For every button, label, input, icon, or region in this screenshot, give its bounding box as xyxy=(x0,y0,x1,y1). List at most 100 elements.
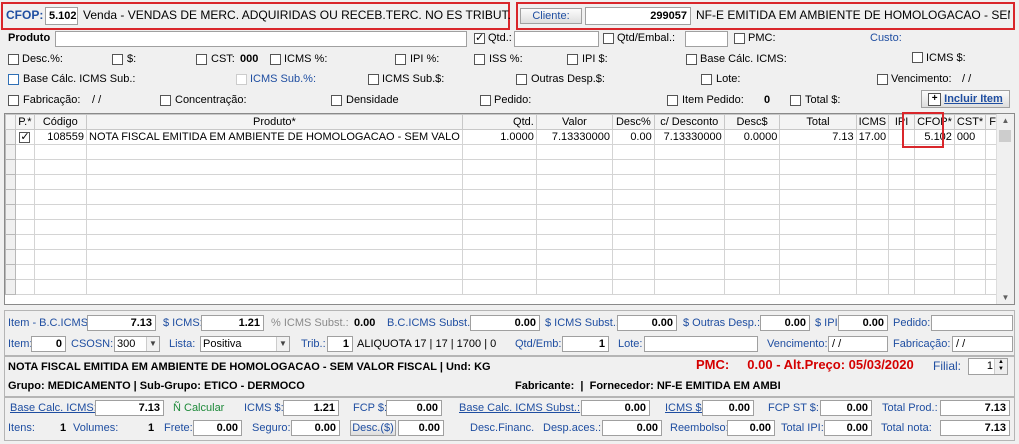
empty-cell[interactable] xyxy=(612,279,655,295)
empty-cell[interactable] xyxy=(15,279,35,295)
table-row-empty[interactable] xyxy=(5,144,1014,160)
empty-cell[interactable] xyxy=(86,159,463,175)
bc-icms-subst-input[interactable]: 0.00 xyxy=(470,315,540,331)
empty-cell[interactable] xyxy=(15,144,35,160)
s-outras-desp-input[interactable]: 0.00 xyxy=(760,315,810,331)
empty-cell[interactable] xyxy=(461,219,537,235)
empty-cell[interactable] xyxy=(855,189,890,205)
col-header-qtd[interactable]: Qtd. xyxy=(461,114,537,130)
scroll-thumb[interactable] xyxy=(999,130,1011,142)
table-row-empty[interactable] xyxy=(5,204,1014,220)
empty-cell[interactable] xyxy=(779,279,857,295)
cell-produto[interactable]: NOTA FISCAL EMITIDA EM AMBIENTE DE HOMOL… xyxy=(86,129,463,145)
empty-cell[interactable] xyxy=(888,279,916,295)
s-icms-subst-input[interactable]: 0.00 xyxy=(617,315,677,331)
cell-c-desconto[interactable]: 7.13330000 xyxy=(653,129,725,145)
item-input[interactable]: 0 xyxy=(31,336,66,352)
empty-cell[interactable] xyxy=(86,219,463,235)
vencimento-bottom-input[interactable]: / / xyxy=(828,336,888,352)
empty-cell[interactable] xyxy=(612,204,655,220)
lote-checkbox[interactable] xyxy=(701,74,712,85)
fcp-input[interactable]: 0.00 xyxy=(386,400,442,416)
table-row-empty[interactable] xyxy=(5,264,1014,280)
empty-cell[interactable] xyxy=(855,219,890,235)
empty-cell[interactable] xyxy=(914,189,955,205)
empty-cell[interactable] xyxy=(888,249,916,265)
empty-cell[interactable] xyxy=(779,204,857,220)
empty-cell[interactable] xyxy=(723,174,781,190)
empty-cell[interactable] xyxy=(888,159,916,175)
empty-cell[interactable] xyxy=(535,234,614,250)
empty-cell[interactable] xyxy=(953,189,987,205)
empty-cell[interactable] xyxy=(888,234,916,250)
empty-cell[interactable] xyxy=(33,204,88,220)
densidade-checkbox[interactable] xyxy=(331,95,342,106)
cell-qtd[interactable]: 1.0000 xyxy=(461,129,537,145)
empty-cell[interactable] xyxy=(914,264,955,280)
ipi-pct-checkbox[interactable] xyxy=(395,54,406,65)
empty-cell[interactable] xyxy=(653,204,725,220)
empty-cell[interactable] xyxy=(535,204,614,220)
scroll-up-icon[interactable]: ▲ xyxy=(997,116,1014,125)
empty-cell[interactable] xyxy=(779,144,857,160)
empty-cell[interactable] xyxy=(535,144,614,160)
empty-cell[interactable] xyxy=(914,279,955,295)
empty-cell[interactable] xyxy=(33,159,88,175)
empty-cell[interactable] xyxy=(888,219,916,235)
cell-desc-dollar[interactable]: 0.0000 xyxy=(723,129,781,145)
cell-valor[interactable]: 7.13330000 xyxy=(535,129,614,145)
empty-cell[interactable] xyxy=(723,264,781,280)
empty-cell[interactable] xyxy=(15,249,35,265)
empty-cell[interactable] xyxy=(855,159,890,175)
fabricacao-bottom-input[interactable]: / / xyxy=(952,336,1013,352)
produto-input[interactable] xyxy=(55,31,467,47)
dollar-checkbox[interactable] xyxy=(112,54,123,65)
empty-cell[interactable] xyxy=(953,264,987,280)
empty-cell[interactable] xyxy=(535,279,614,295)
row-checkbox-cell[interactable] xyxy=(15,129,35,145)
icms-total-input[interactable]: 1.21 xyxy=(283,400,339,416)
empty-cell[interactable] xyxy=(86,189,463,205)
total-prod-input[interactable]: 7.13 xyxy=(940,400,1010,416)
total-dollar-checkbox[interactable] xyxy=(790,95,801,106)
empty-cell[interactable] xyxy=(779,249,857,265)
empty-cell[interactable] xyxy=(33,264,88,280)
empty-cell[interactable] xyxy=(86,204,463,220)
empty-cell[interactable] xyxy=(653,159,725,175)
empty-cell[interactable] xyxy=(461,174,537,190)
table-row[interactable]: 108559 NOTA FISCAL EMITIDA EM AMBIENTE D… xyxy=(5,129,1014,145)
cliente-code-input[interactable]: 299057 xyxy=(585,7,691,25)
empty-cell[interactable] xyxy=(914,219,955,235)
empty-cell[interactable] xyxy=(461,279,537,295)
pedido-checkbox[interactable] xyxy=(480,95,491,106)
col-header-c-desconto[interactable]: c/ Desconto xyxy=(653,114,725,130)
col-header-total[interactable]: Total xyxy=(779,114,857,130)
empty-cell[interactable] xyxy=(535,249,614,265)
icms-sub-dollar-checkbox[interactable] xyxy=(368,74,379,85)
empty-cell[interactable] xyxy=(953,219,987,235)
cell-codigo[interactable]: 108559 xyxy=(33,129,88,145)
n-calcular-label[interactable]: Ñ Calcular xyxy=(173,401,224,415)
col-header-desc-dollar[interactable]: Desc$ xyxy=(723,114,781,130)
spin-updown-icon[interactable]: ▲ ▼ xyxy=(994,359,1007,374)
empty-cell[interactable] xyxy=(855,249,890,265)
empty-cell[interactable] xyxy=(612,264,655,280)
cfop-code-input[interactable]: 5.102 xyxy=(45,7,78,25)
empty-cell[interactable] xyxy=(914,159,955,175)
col-header-valor[interactable]: Valor xyxy=(535,114,614,130)
empty-cell[interactable] xyxy=(888,264,916,280)
col-header-codigo[interactable]: Código xyxy=(33,114,88,130)
pedido-bottom-input[interactable] xyxy=(931,315,1013,331)
empty-cell[interactable] xyxy=(723,144,781,160)
col-header-cst[interactable]: CST* xyxy=(953,114,987,130)
empty-cell[interactable] xyxy=(86,174,463,190)
empty-cell[interactable] xyxy=(723,234,781,250)
empty-cell[interactable] xyxy=(953,144,987,160)
empty-cell[interactable] xyxy=(779,159,857,175)
desp-aces-input[interactable]: 0.00 xyxy=(602,420,662,436)
empty-cell[interactable] xyxy=(953,249,987,265)
empty-cell[interactable] xyxy=(653,264,725,280)
empty-cell[interactable] xyxy=(86,249,463,265)
empty-cell[interactable] xyxy=(953,159,987,175)
outras-desp-checkbox[interactable] xyxy=(516,74,527,85)
